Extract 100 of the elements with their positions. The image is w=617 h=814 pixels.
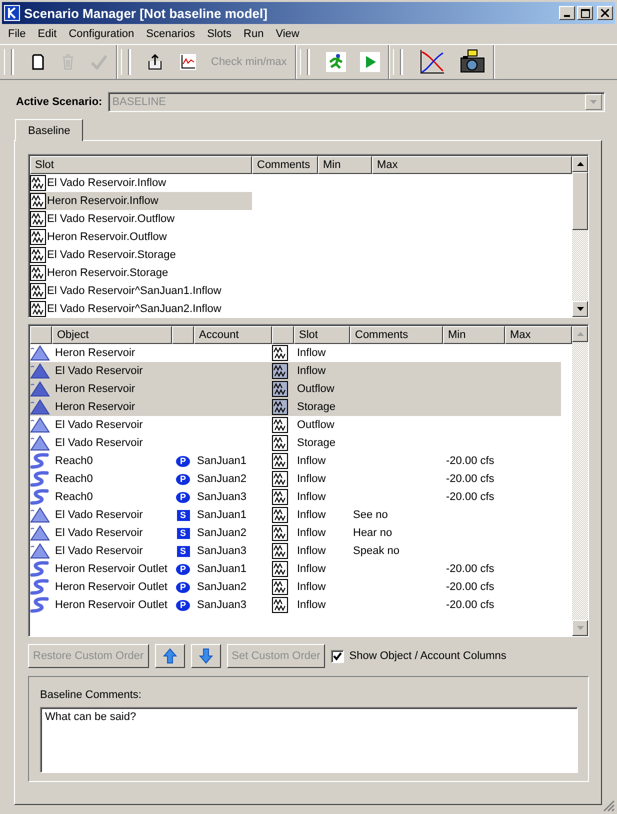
column-header[interactable]: Min [318, 156, 372, 174]
column-header[interactable]: Min [443, 326, 505, 344]
table-cell-text: Inflow [296, 455, 327, 467]
tab[interactable]: Baseline [15, 119, 84, 141]
column-header[interactable] [272, 326, 294, 344]
table-cell-text: El Vado Reservoir [54, 437, 144, 449]
table-cell: El Vado Reservoir.Outflow [47, 213, 175, 225]
triangle-icon [30, 507, 50, 523]
table-cell-text: SanJuan1 [196, 563, 248, 575]
table-row[interactable]: Heron Reservoir Storage [30, 398, 561, 416]
menu-item[interactable]: Configuration [62, 28, 140, 40]
checkbox-label[interactable]: Show Object / Account Columns [349, 650, 506, 662]
comments-field[interactable]: What can be said? [40, 707, 578, 773]
close-button[interactable] [597, 6, 613, 20]
table-cell-text: Speak no [352, 545, 400, 557]
toolbar-handle[interactable] [392, 49, 401, 75]
table-cell-text: Inflow [296, 581, 327, 593]
table-cell-text: SanJuan1 [196, 509, 248, 521]
arrow-down-icon [198, 648, 213, 664]
table-cell-text: -20.00 cfs [445, 599, 496, 611]
river-icon [30, 561, 50, 577]
play-icon[interactable] [358, 50, 382, 74]
river-icon [30, 489, 50, 505]
account-badge: P [176, 564, 190, 574]
column-header[interactable]: Max [505, 326, 572, 344]
triangle-icon [30, 525, 50, 541]
resize-grip-icon[interactable] [603, 800, 615, 812]
table-cell-text: El Vado Reservoir [54, 545, 144, 557]
slot-icon [272, 381, 288, 397]
table-cell-text: -20.00 cfs [445, 455, 496, 467]
table-cell-text: Storage [296, 401, 337, 413]
column-header[interactable]: Slot [30, 156, 252, 174]
maximize-button[interactable] [577, 6, 593, 20]
menu-item[interactable]: Scenarios [140, 28, 202, 40]
line-chart-icon[interactable] [177, 51, 199, 73]
table-row[interactable]: El Vado Reservoir Inflow [30, 362, 561, 380]
menu-item[interactable]: File [2, 28, 32, 40]
triangle-icon [30, 363, 50, 379]
account-badge: P [176, 582, 190, 592]
table-cell-text: SanJuan2 [196, 473, 248, 485]
table-cell-text: Reach0 [54, 491, 94, 503]
table-cell-text: Storage [296, 437, 337, 449]
river-icon [30, 453, 50, 469]
triangle-icon [30, 543, 50, 559]
table-cell-text: Reach0 [54, 455, 94, 467]
table-cell-text: Inflow [296, 473, 327, 485]
column-header[interactable]: Account [194, 326, 272, 344]
scroll-down-icon [576, 626, 584, 630]
table-cell-text: Heron Reservoir [54, 347, 136, 359]
minimize-button[interactable] [559, 6, 575, 20]
menu-item[interactable]: View [270, 28, 306, 40]
table-cell-text: Inflow [296, 365, 327, 377]
table-cell: Heron Reservoir.Storage [47, 267, 168, 279]
slot-icon [272, 525, 288, 541]
column-header[interactable]: Object [52, 326, 172, 344]
table-cell: El Vado Reservoir.Inflow [47, 177, 166, 189]
column-header[interactable] [30, 326, 52, 344]
menu-item[interactable]: Run [238, 28, 270, 40]
column-header[interactable]: Slot [294, 326, 350, 344]
table-cell: El Vado Reservoir.Storage [47, 249, 176, 261]
toolbar-handle[interactable] [121, 49, 129, 75]
slot-icon [272, 543, 288, 559]
table-cell-text: Inflow [296, 599, 327, 611]
scroll-up-icon [576, 332, 584, 336]
scrollbar[interactable] [572, 326, 588, 636]
slot-icon [272, 489, 288, 505]
menu-item[interactable]: Slots [201, 28, 238, 40]
close-icon [601, 9, 609, 17]
column-header[interactable]: Max [372, 156, 572, 174]
table-cell-text: Inflow [296, 491, 327, 503]
runner-icon[interactable] [324, 50, 348, 74]
account-badge: S [176, 528, 190, 538]
table-row[interactable]: Heron Reservoir.Inflow [30, 192, 252, 210]
column-header[interactable]: Comments [350, 326, 443, 344]
slot-icon [272, 435, 288, 451]
toolbar-handle[interactable] [300, 49, 308, 75]
arrow-up-icon [162, 648, 177, 664]
slot-icon [272, 507, 288, 523]
move-down-button[interactable] [190, 644, 221, 668]
river-icon [30, 579, 50, 595]
table-cell-text: Outflow [296, 419, 336, 431]
triangle-icon [30, 381, 50, 397]
slot-icon [272, 345, 288, 361]
account-badge: P [176, 474, 190, 484]
field-label: Active Scenario: [16, 96, 102, 108]
column-header[interactable]: Comments [252, 156, 318, 174]
table-cell-text: Heron Reservoir [54, 401, 136, 413]
table-cell-text: -20.00 cfs [445, 581, 496, 593]
menu-item[interactable]: Edit [32, 28, 63, 40]
table-cell-text: Outflow [296, 383, 336, 395]
table-cell-text: SanJuan2 [196, 581, 248, 593]
account-badge: P [176, 600, 190, 610]
scrollbar[interactable] [572, 156, 588, 317]
dropdown-caret-icon [590, 100, 597, 104]
toolbar-handle[interactable] [4, 49, 12, 75]
checkbox[interactable] [331, 650, 344, 662]
column-header[interactable] [172, 326, 194, 344]
table-row[interactable]: Heron Reservoir Outflow [30, 380, 561, 398]
table-cell: Heron Reservoir.Inflow [47, 195, 158, 207]
move-up-button[interactable] [154, 644, 185, 668]
